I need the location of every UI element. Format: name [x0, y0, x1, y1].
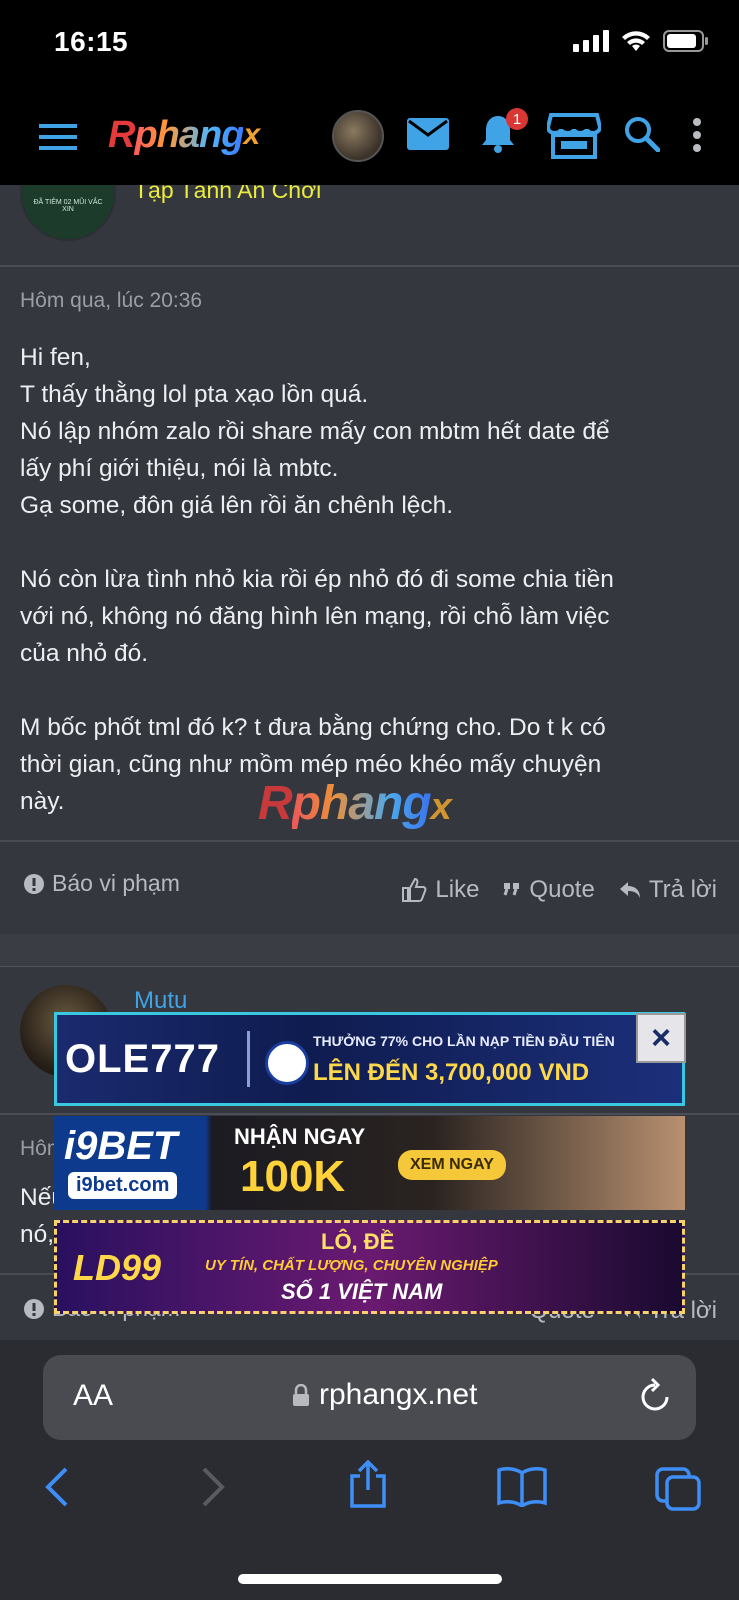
- search-icon[interactable]: [622, 114, 662, 154]
- ad-line1: LÔ, ĐỀ: [321, 1229, 395, 1254]
- reply-label: Trả lời: [648, 876, 717, 903]
- post-line: Hi fen,: [20, 344, 91, 371]
- user-title: Tập Tành An Chơi: [134, 185, 322, 203]
- logo-x: x: [243, 118, 260, 151]
- club-badge-icon: [265, 1041, 309, 1085]
- post-line: T thấy thằng lol pta xạo lồn quá.: [20, 381, 369, 408]
- share-icon[interactable]: [348, 1459, 388, 1513]
- user-avatar[interactable]: [332, 110, 384, 162]
- store-icon[interactable]: [546, 112, 602, 160]
- watermark-r: R: [258, 777, 293, 830]
- forum-nav-bar: Rphang x 1: [0, 90, 739, 185]
- address-bar[interactable]: AA rphangx.net: [43, 1355, 696, 1440]
- post-line: M bốc phốt tml đó k? t đưa bằng chứng ch…: [20, 714, 606, 741]
- alert-icon: [24, 1298, 44, 1319]
- status-bar: 16:15: [0, 0, 739, 90]
- post-separator: [0, 934, 739, 966]
- safari-toolbar: AA rphangx.net: [0, 1340, 739, 1600]
- notification-bell-icon[interactable]: 1: [478, 108, 528, 156]
- mail-icon[interactable]: [407, 116, 449, 152]
- rphangx-watermark: Rphangx: [258, 776, 452, 831]
- back-icon[interactable]: [42, 1467, 70, 1512]
- post-line: với nó, không nó đăng hình lên mạng, rồi…: [20, 603, 610, 630]
- thumbs-up-icon: [402, 877, 427, 902]
- tabs-icon[interactable]: [655, 1467, 701, 1516]
- ad-divider: [247, 1031, 250, 1087]
- reader-settings-button[interactable]: AA: [73, 1379, 113, 1413]
- post-actions: Like Quote Trả lời: [401, 876, 717, 904]
- post-line: lấy phí giới thiệu, nói là mbtc.: [20, 455, 339, 482]
- ad-i9bet[interactable]: i9BET i9bet.com NHẬN NGAY 100K XEM NGAY: [54, 1116, 685, 1210]
- ad-overlay: OLE777 THƯỞNG 77% CHO LẦN NẠP TIỀN ĐẦU T…: [54, 1012, 685, 1324]
- watermark-x: x: [430, 786, 452, 828]
- hamburger-menu-icon[interactable]: [38, 118, 78, 156]
- post-date[interactable]: Hôm qua, lúc 20:36: [20, 289, 719, 313]
- status-icons: [573, 30, 709, 52]
- post-line: Nó còn lừa tình nhỏ kia rồi ép nhỏ đó đi…: [20, 566, 614, 593]
- ad-brand: i9BET: [64, 1124, 178, 1168]
- logo-r: R: [108, 113, 135, 156]
- like-button[interactable]: Like: [401, 876, 479, 904]
- post-line: của nhỏ đó.: [20, 640, 149, 667]
- ad-line2: LÊN ĐẾN 3,700,000 VND: [313, 1059, 590, 1086]
- ad-ld99[interactable]: LD99 LÔ, ĐỀ UY TÍN, CHẤT LƯỢNG, CHUYÊN N…: [54, 1220, 685, 1314]
- report-link[interactable]: Báo vi phạm: [24, 870, 180, 897]
- post-line-blank: [20, 524, 719, 561]
- ad-close-button[interactable]: ×: [636, 1013, 686, 1063]
- logo-phang: phang: [134, 113, 244, 156]
- more-options-icon[interactable]: [690, 116, 704, 154]
- wifi-icon: [622, 31, 650, 51]
- ad-ole777[interactable]: OLE777 THƯỞNG 77% CHO LẦN NẠP TIỀN ĐẦU T…: [54, 1012, 685, 1106]
- notification-badge: 1: [506, 108, 528, 130]
- post-1-header: ĐÃ TIÊM 02 MŨI VẮC XIN Tập Tành An Chơi: [0, 185, 739, 267]
- battery-icon: [663, 30, 708, 52]
- quote-icon: [503, 883, 520, 896]
- reply-button[interactable]: Trả lời: [619, 876, 717, 904]
- ad-brand: LD99: [73, 1247, 162, 1288]
- ad-line1: NHẬN NGAY: [234, 1124, 366, 1149]
- ad-site: i9bet.com: [68, 1172, 178, 1199]
- ad-line2: UY TÍN, CHẤT LƯỢNG, CHUYÊN NGHIỆP: [205, 1257, 498, 1274]
- post-line: Gạ some, đôn giá lên rồi ăn chênh lệch.: [20, 492, 454, 519]
- status-time: 16:15: [54, 26, 129, 57]
- bookmarks-icon[interactable]: [497, 1467, 547, 1512]
- ad-amount: 100K: [240, 1152, 346, 1201]
- ad-cta[interactable]: XEM NGAY: [398, 1150, 506, 1180]
- alert-icon: [24, 873, 44, 894]
- post-1-footer: Báo vi phạm Like Quote Trả lời: [0, 840, 739, 934]
- post-1-avatar[interactable]: ĐÃ TIÊM 02 MŨI VẮC XIN: [20, 185, 116, 241]
- home-indicator: [238, 1574, 502, 1584]
- ad-brand: OLE777: [65, 1037, 220, 1081]
- username[interactable]: Mutu: [134, 987, 187, 1015]
- reply-icon: [619, 882, 640, 898]
- like-label: Like: [435, 876, 480, 903]
- post-line-blank: [20, 672, 719, 709]
- quote-label: Quote: [529, 876, 595, 903]
- ad-line1: THƯỞNG 77% CHO LẦN NẠP TIỀN ĐẦU TIÊN: [313, 1033, 615, 1049]
- url-text: rphangx.net: [319, 1378, 478, 1411]
- lock-icon: [293, 1384, 309, 1406]
- avatar-text: ĐÃ TIÊM 02 MŨI VẮC XIN: [33, 199, 103, 213]
- site-logo[interactable]: Rphang x: [108, 110, 260, 160]
- ad-line3: SỐ 1 VIỆT NAM: [281, 1279, 443, 1304]
- signal-icon: [573, 30, 609, 52]
- quote-button[interactable]: Quote: [503, 876, 595, 904]
- reload-icon[interactable]: [638, 1377, 672, 1420]
- forward-icon[interactable]: [200, 1467, 228, 1512]
- url-display[interactable]: rphangx.net: [293, 1378, 477, 1412]
- post-text: Hi fen, T thấy thằng lol pta xạo lồn quá…: [20, 339, 719, 820]
- post-line: Nó lập nhóm zalo rồi share mấy con mbtm …: [20, 418, 610, 445]
- watermark-main: phang: [291, 777, 432, 830]
- report-label: Báo vi phạm: [52, 870, 180, 896]
- post-1-body: Hôm qua, lúc 20:36 Hi fen, T thấy thằng …: [0, 267, 739, 840]
